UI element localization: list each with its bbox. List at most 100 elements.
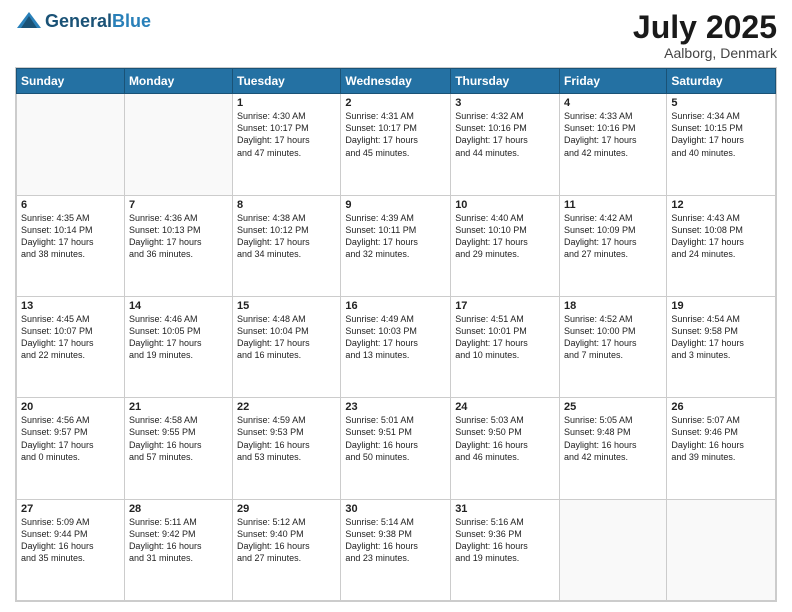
calendar: Sunday Monday Tuesday Wednesday Thursday… [15, 67, 777, 602]
day-info: Sunrise: 5:01 AM Sunset: 9:51 PM Dayligh… [345, 414, 446, 463]
table-row [17, 94, 125, 195]
table-row: 21Sunrise: 4:58 AM Sunset: 9:55 PM Dayli… [124, 398, 232, 499]
location: Aalborg, Denmark [633, 45, 777, 61]
table-row: 24Sunrise: 5:03 AM Sunset: 9:50 PM Dayli… [451, 398, 560, 499]
header-friday: Friday [560, 69, 667, 94]
logo-icon [15, 10, 43, 32]
table-row: 22Sunrise: 4:59 AM Sunset: 9:53 PM Dayli… [233, 398, 341, 499]
header-sunday: Sunday [17, 69, 125, 94]
day-number: 21 [129, 401, 228, 413]
table-row: 2Sunrise: 4:31 AM Sunset: 10:17 PM Dayli… [341, 94, 451, 195]
day-info: Sunrise: 5:11 AM Sunset: 9:42 PM Dayligh… [129, 516, 228, 565]
table-row [124, 94, 232, 195]
day-info: Sunrise: 4:30 AM Sunset: 10:17 PM Daylig… [237, 110, 336, 159]
day-info: Sunrise: 5:16 AM Sunset: 9:36 PM Dayligh… [455, 516, 555, 565]
header-tuesday: Tuesday [233, 69, 341, 94]
table-row: 16Sunrise: 4:49 AM Sunset: 10:03 PM Dayl… [341, 296, 451, 397]
day-number: 14 [129, 300, 228, 312]
day-info: Sunrise: 4:45 AM Sunset: 10:07 PM Daylig… [21, 313, 120, 362]
day-number: 10 [455, 199, 555, 211]
day-info: Sunrise: 4:39 AM Sunset: 10:11 PM Daylig… [345, 212, 446, 261]
day-info: Sunrise: 4:54 AM Sunset: 9:58 PM Dayligh… [671, 313, 771, 362]
day-number: 31 [455, 503, 555, 515]
day-info: Sunrise: 4:51 AM Sunset: 10:01 PM Daylig… [455, 313, 555, 362]
table-row: 8Sunrise: 4:38 AM Sunset: 10:12 PM Dayli… [233, 195, 341, 296]
calendar-table: Sunday Monday Tuesday Wednesday Thursday… [16, 68, 776, 601]
day-info: Sunrise: 4:42 AM Sunset: 10:09 PM Daylig… [564, 212, 662, 261]
day-number: 8 [237, 199, 336, 211]
table-row [667, 499, 776, 600]
table-row: 30Sunrise: 5:14 AM Sunset: 9:38 PM Dayli… [341, 499, 451, 600]
table-row: 29Sunrise: 5:12 AM Sunset: 9:40 PM Dayli… [233, 499, 341, 600]
day-number: 6 [21, 199, 120, 211]
day-info: Sunrise: 4:56 AM Sunset: 9:57 PM Dayligh… [21, 414, 120, 463]
header-wednesday: Wednesday [341, 69, 451, 94]
day-number: 5 [671, 97, 771, 109]
table-row: 4Sunrise: 4:33 AM Sunset: 10:16 PM Dayli… [560, 94, 667, 195]
day-info: Sunrise: 4:38 AM Sunset: 10:12 PM Daylig… [237, 212, 336, 261]
table-row: 15Sunrise: 4:48 AM Sunset: 10:04 PM Dayl… [233, 296, 341, 397]
day-number: 19 [671, 300, 771, 312]
day-number: 15 [237, 300, 336, 312]
table-row: 31Sunrise: 5:16 AM Sunset: 9:36 PM Dayli… [451, 499, 560, 600]
page: GeneralBlue July 2025 Aalborg, Denmark S… [0, 0, 792, 612]
logo-general: General [45, 11, 112, 32]
table-row: 14Sunrise: 4:46 AM Sunset: 10:05 PM Dayl… [124, 296, 232, 397]
table-row: 5Sunrise: 4:34 AM Sunset: 10:15 PM Dayli… [667, 94, 776, 195]
table-row: 3Sunrise: 4:32 AM Sunset: 10:16 PM Dayli… [451, 94, 560, 195]
header-thursday: Thursday [451, 69, 560, 94]
logo-blue: Blue [112, 11, 151, 32]
day-number: 23 [345, 401, 446, 413]
day-number: 2 [345, 97, 446, 109]
calendar-header-row: Sunday Monday Tuesday Wednesday Thursday… [17, 69, 776, 94]
day-info: Sunrise: 4:36 AM Sunset: 10:13 PM Daylig… [129, 212, 228, 261]
day-info: Sunrise: 4:35 AM Sunset: 10:14 PM Daylig… [21, 212, 120, 261]
day-info: Sunrise: 5:09 AM Sunset: 9:44 PM Dayligh… [21, 516, 120, 565]
title-section: July 2025 Aalborg, Denmark [633, 10, 777, 61]
day-info: Sunrise: 4:34 AM Sunset: 10:15 PM Daylig… [671, 110, 771, 159]
day-number: 4 [564, 97, 662, 109]
day-number: 20 [21, 401, 120, 413]
day-number: 25 [564, 401, 662, 413]
day-number: 11 [564, 199, 662, 211]
day-number: 3 [455, 97, 555, 109]
day-info: Sunrise: 5:12 AM Sunset: 9:40 PM Dayligh… [237, 516, 336, 565]
day-info: Sunrise: 4:31 AM Sunset: 10:17 PM Daylig… [345, 110, 446, 159]
table-row: 11Sunrise: 4:42 AM Sunset: 10:09 PM Dayl… [560, 195, 667, 296]
day-info: Sunrise: 5:14 AM Sunset: 9:38 PM Dayligh… [345, 516, 446, 565]
day-info: Sunrise: 4:58 AM Sunset: 9:55 PM Dayligh… [129, 414, 228, 463]
calendar-week-4: 27Sunrise: 5:09 AM Sunset: 9:44 PM Dayli… [17, 499, 776, 600]
day-number: 22 [237, 401, 336, 413]
day-number: 29 [237, 503, 336, 515]
day-number: 27 [21, 503, 120, 515]
day-info: Sunrise: 4:33 AM Sunset: 10:16 PM Daylig… [564, 110, 662, 159]
table-row: 25Sunrise: 5:05 AM Sunset: 9:48 PM Dayli… [560, 398, 667, 499]
month-title: July 2025 [633, 10, 777, 45]
logo: GeneralBlue [15, 10, 151, 32]
table-row: 23Sunrise: 5:01 AM Sunset: 9:51 PM Dayli… [341, 398, 451, 499]
calendar-week-0: 1Sunrise: 4:30 AM Sunset: 10:17 PM Dayli… [17, 94, 776, 195]
day-info: Sunrise: 4:49 AM Sunset: 10:03 PM Daylig… [345, 313, 446, 362]
header-saturday: Saturday [667, 69, 776, 94]
table-row: 9Sunrise: 4:39 AM Sunset: 10:11 PM Dayli… [341, 195, 451, 296]
table-row: 20Sunrise: 4:56 AM Sunset: 9:57 PM Dayli… [17, 398, 125, 499]
header: GeneralBlue July 2025 Aalborg, Denmark [15, 10, 777, 61]
day-info: Sunrise: 4:32 AM Sunset: 10:16 PM Daylig… [455, 110, 555, 159]
day-info: Sunrise: 4:52 AM Sunset: 10:00 PM Daylig… [564, 313, 662, 362]
header-monday: Monday [124, 69, 232, 94]
table-row: 6Sunrise: 4:35 AM Sunset: 10:14 PM Dayli… [17, 195, 125, 296]
day-number: 13 [21, 300, 120, 312]
day-info: Sunrise: 4:40 AM Sunset: 10:10 PM Daylig… [455, 212, 555, 261]
table-row: 19Sunrise: 4:54 AM Sunset: 9:58 PM Dayli… [667, 296, 776, 397]
table-row: 28Sunrise: 5:11 AM Sunset: 9:42 PM Dayli… [124, 499, 232, 600]
day-number: 16 [345, 300, 446, 312]
day-info: Sunrise: 4:48 AM Sunset: 10:04 PM Daylig… [237, 313, 336, 362]
day-number: 17 [455, 300, 555, 312]
table-row: 18Sunrise: 4:52 AM Sunset: 10:00 PM Dayl… [560, 296, 667, 397]
day-info: Sunrise: 5:05 AM Sunset: 9:48 PM Dayligh… [564, 414, 662, 463]
table-row: 7Sunrise: 4:36 AM Sunset: 10:13 PM Dayli… [124, 195, 232, 296]
day-info: Sunrise: 4:59 AM Sunset: 9:53 PM Dayligh… [237, 414, 336, 463]
table-row: 17Sunrise: 4:51 AM Sunset: 10:01 PM Dayl… [451, 296, 560, 397]
table-row: 1Sunrise: 4:30 AM Sunset: 10:17 PM Dayli… [233, 94, 341, 195]
calendar-week-1: 6Sunrise: 4:35 AM Sunset: 10:14 PM Dayli… [17, 195, 776, 296]
